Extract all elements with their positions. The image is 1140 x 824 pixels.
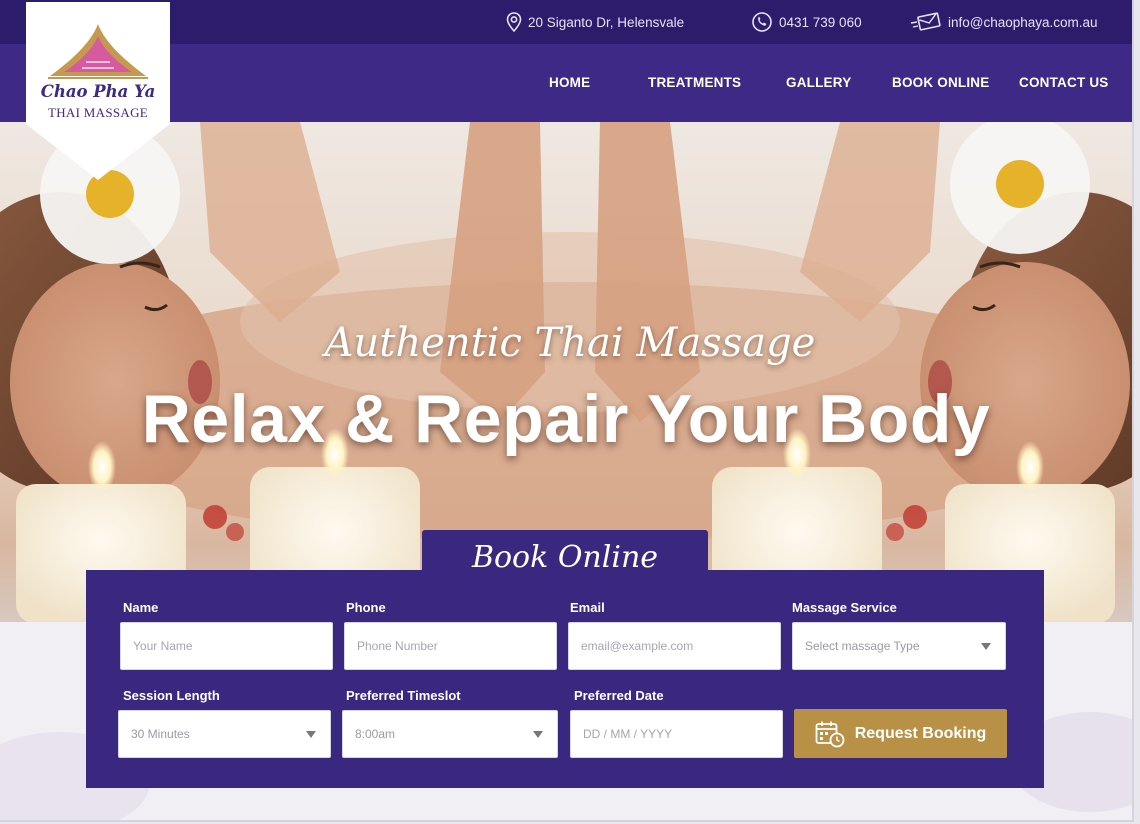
nav-book-online[interactable]: BOOK ONLINE (892, 75, 989, 90)
timeslot-value: 8:00am (355, 727, 396, 741)
hero-headline: Relax & Repair Your Body (141, 381, 991, 457)
request-booking-label: Request Booking (854, 724, 987, 742)
chevron-down-icon (306, 731, 316, 738)
session-length-label: Session Length (123, 688, 220, 703)
phone-input[interactable] (344, 622, 557, 670)
preferred-date-input[interactable] (570, 710, 783, 758)
nav-contact-us[interactable]: CONTACT US (1019, 75, 1109, 90)
page: Authentic Thai Massage Relax & Repair Yo… (0, 0, 1134, 822)
timeslot-label: Preferred Timeslot (346, 688, 461, 703)
massage-service-value: Select massage Type (805, 639, 920, 653)
session-length-select[interactable]: 30 Minutes (118, 710, 331, 758)
calendar-clock-icon (815, 721, 845, 747)
email-label: Email (570, 600, 605, 615)
hero-script-title: Authentic Thai Massage (324, 320, 816, 366)
nav-treatments[interactable]: TREATMENTS (648, 75, 741, 90)
chevron-down-icon (533, 731, 543, 738)
logo-name: Chao Pha Ya (40, 82, 156, 101)
nav-home[interactable]: HOME (549, 75, 590, 90)
contact-email[interactable]: info@chaophaya.com.au (910, 12, 1098, 32)
email-input[interactable] (568, 622, 781, 670)
massage-service-label: Massage Service (792, 600, 897, 615)
timeslot-select[interactable]: 8:00am (342, 710, 558, 758)
site-logo[interactable]: Chao Pha Ya THAI MASSAGE (26, 2, 170, 180)
address-text: 20 Siganto Dr, Helensvale (528, 14, 685, 30)
session-length-value: 30 Minutes (131, 727, 190, 741)
name-input[interactable] (120, 622, 333, 670)
phone-text: 0431 739 060 (779, 14, 862, 30)
envelope-icon (910, 12, 941, 31)
email-text: info@chaophaya.com.au (948, 14, 1098, 30)
phone-label: Phone (346, 600, 386, 615)
preferred-date-label: Preferred Date (574, 688, 664, 703)
nav-gallery[interactable]: GALLERY (786, 75, 851, 90)
booking-title: Book Online (471, 540, 659, 575)
contact-address: 20 Siganto Dr, Helensvale (506, 12, 684, 32)
request-booking-button[interactable]: Request Booking (794, 709, 1007, 758)
phone-icon (752, 12, 772, 32)
contact-phone[interactable]: 0431 739 060 (751, 12, 862, 32)
map-pin-icon (506, 12, 522, 32)
massage-service-select[interactable]: Select massage Type (792, 622, 1006, 670)
name-label: Name (123, 600, 159, 615)
chevron-down-icon (981, 643, 991, 650)
logo-subtitle: THAI MASSAGE (47, 105, 149, 120)
